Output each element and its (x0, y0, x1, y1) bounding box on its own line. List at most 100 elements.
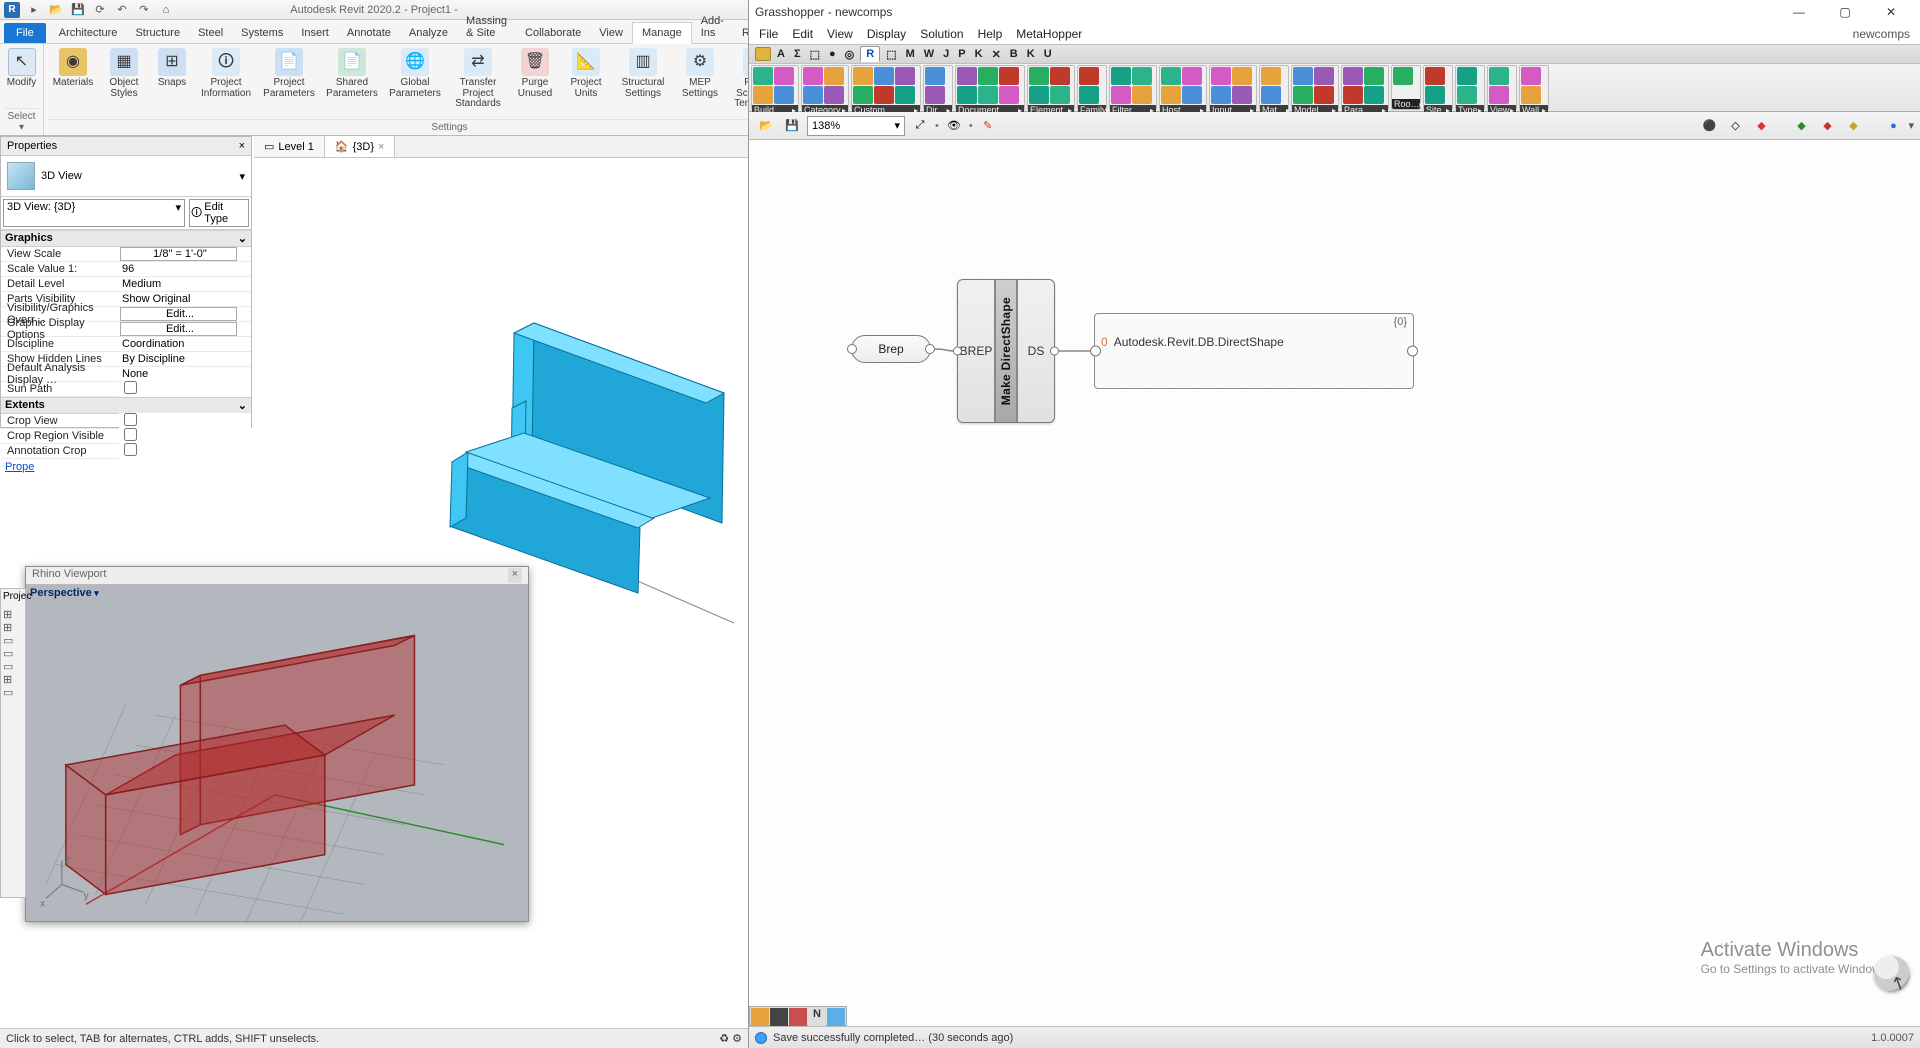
tray-icon[interactable] (827, 1008, 845, 1026)
prop-value[interactable]: None (119, 368, 251, 380)
property-row[interactable]: Crop View (1, 414, 251, 429)
menu-help[interactable]: Help (978, 27, 1003, 41)
open-file-icon[interactable]: 📂 (48, 2, 64, 18)
property-row[interactable]: Crop Region Visible (1, 429, 251, 444)
tab-analyze[interactable]: Analyze (400, 23, 457, 43)
project-browser-edge[interactable]: Projec ⊞⊞▭▭▭⊞▭ (0, 588, 26, 898)
make-directshape-component[interactable]: BREP Make DirectShape DS (957, 279, 1055, 423)
component-icon[interactable] (1489, 86, 1509, 104)
tab-insert[interactable]: Insert (292, 23, 338, 43)
minimize-button[interactable]: — (1776, 1, 1822, 23)
gh-canvas[interactable]: Brep BREP Make DirectShape DS {0} 0Autod… (749, 140, 1920, 1026)
materials-button[interactable]: ◉Materials (48, 46, 98, 119)
component-icon[interactable] (999, 86, 1019, 104)
prop-value[interactable]: Medium (119, 278, 251, 290)
shaded-icon[interactable]: ◆ (1750, 115, 1772, 137)
component-icon[interactable] (803, 86, 823, 104)
blue-sphere-icon[interactable]: ● (1882, 115, 1904, 137)
component-icon[interactable] (1489, 67, 1509, 85)
menu-solution[interactable]: Solution (920, 27, 963, 41)
gh-tab[interactable]: B (1007, 47, 1021, 61)
component-icon[interactable] (1161, 86, 1181, 104)
red-cube-icon[interactable]: ◆ (1816, 115, 1838, 137)
tray-icon[interactable] (751, 1008, 769, 1026)
save-icon[interactable]: 💾 (781, 115, 803, 137)
transfer-standards-button[interactable]: ⇄Transfer Project Standards (447, 46, 509, 119)
properties-help-link[interactable]: Prope (1, 459, 251, 475)
component-icon[interactable] (1521, 67, 1541, 85)
component-icon[interactable] (1029, 86, 1049, 104)
component-icon[interactable] (1261, 67, 1281, 85)
component-icon[interactable] (1364, 86, 1384, 104)
component-icon[interactable] (1132, 67, 1152, 85)
component-icon[interactable] (1314, 67, 1334, 85)
component-icon[interactable] (1425, 67, 1445, 85)
gh-tab[interactable]: ✕ (989, 47, 1004, 62)
property-row[interactable]: Scale Value 1:96 (1, 262, 251, 277)
gh-tab-revit[interactable]: R (860, 46, 880, 62)
preview-icon[interactable]: 👁 (943, 115, 965, 137)
component-icon[interactable] (1232, 67, 1252, 85)
component-icon[interactable] (1293, 67, 1313, 85)
tab-architecture[interactable]: Architecture (50, 23, 127, 43)
component-icon[interactable] (753, 67, 773, 85)
component-icon[interactable] (853, 67, 873, 85)
gh-tab[interactable]: ● (826, 47, 839, 61)
prop-value[interactable]: Edit... (120, 307, 237, 321)
tab-annotate[interactable]: Annotate (338, 23, 400, 43)
prop-value[interactable]: 96 (119, 263, 251, 275)
component-icon[interactable] (957, 86, 977, 104)
component-icon[interactable] (1343, 86, 1363, 104)
component-icon[interactable] (1050, 86, 1070, 104)
yellow-cube-icon[interactable]: ◆ (1842, 115, 1864, 137)
component-icon[interactable] (1343, 67, 1363, 85)
close-button[interactable]: ✕ (1868, 1, 1914, 23)
wireframe-icon[interactable]: ◇ (1724, 115, 1746, 137)
snaps-button[interactable]: ⊞Snaps (150, 46, 194, 119)
component-icon[interactable] (853, 86, 873, 104)
prop-value[interactable]: Edit... (120, 322, 237, 336)
property-row[interactable]: Sun Path (1, 382, 251, 397)
view-tab-3d[interactable]: 🏠{3D}× (325, 136, 396, 157)
close-icon[interactable]: × (239, 140, 245, 152)
property-row[interactable]: DisciplineCoordination (1, 337, 251, 352)
open-file-icon[interactable]: 📂 (755, 115, 777, 137)
output-grip-icon[interactable] (1050, 347, 1059, 356)
global-parameters-button[interactable]: 🌐Global Parameters (384, 46, 446, 119)
component-icon[interactable] (978, 67, 998, 85)
prop-value[interactable]: By Discipline (119, 353, 251, 365)
prop-value[interactable]: Show Original (119, 293, 251, 305)
close-icon[interactable]: × (508, 568, 522, 583)
component-icon[interactable] (1261, 86, 1281, 104)
component-icon[interactable] (753, 86, 773, 104)
gh-tab[interactable]: K (1024, 47, 1038, 61)
component-icon[interactable] (1457, 67, 1477, 85)
menu-view[interactable]: View (827, 27, 853, 41)
component-icon[interactable] (978, 86, 998, 104)
tab-massing[interactable]: Massing & Site (457, 11, 516, 43)
component-icon[interactable] (999, 67, 1019, 85)
component-icon[interactable] (874, 86, 894, 104)
component-icon[interactable] (925, 67, 945, 85)
tab-manage[interactable]: Manage (632, 22, 692, 44)
prop-value[interactable] (119, 443, 251, 459)
component-icon[interactable] (1079, 86, 1099, 104)
undo-icon[interactable]: ↶ (114, 2, 130, 18)
component-icon[interactable] (1232, 86, 1252, 104)
component-icon[interactable] (774, 86, 794, 104)
modify-tool-button[interactable]: ↖ Modify (4, 46, 39, 108)
zoom-dropdown[interactable]: 138%▾ (807, 116, 905, 136)
instance-filter[interactable]: 3D View: {3D}▾ (3, 199, 185, 227)
component-icon[interactable] (774, 67, 794, 85)
gh-tab[interactable]: P (955, 47, 968, 61)
gh-tab[interactable]: J (940, 47, 952, 61)
component-icon[interactable] (1079, 67, 1099, 85)
redo-icon[interactable]: ↷ (136, 2, 152, 18)
edit-type-button[interactable]: 🛈Edit Type (189, 199, 249, 227)
gh-tab[interactable]: U (1041, 47, 1055, 61)
gh-tab[interactable]: ⬚ (807, 47, 823, 62)
component-icon[interactable] (1393, 67, 1413, 85)
property-row[interactable]: View Scale1/8" = 1'-0" (1, 247, 251, 262)
output-panel[interactable]: {0} 0Autodesk.Revit.DB.DirectShape (1094, 313, 1414, 389)
prop-value[interactable]: 1/8" = 1'-0" (120, 247, 237, 261)
